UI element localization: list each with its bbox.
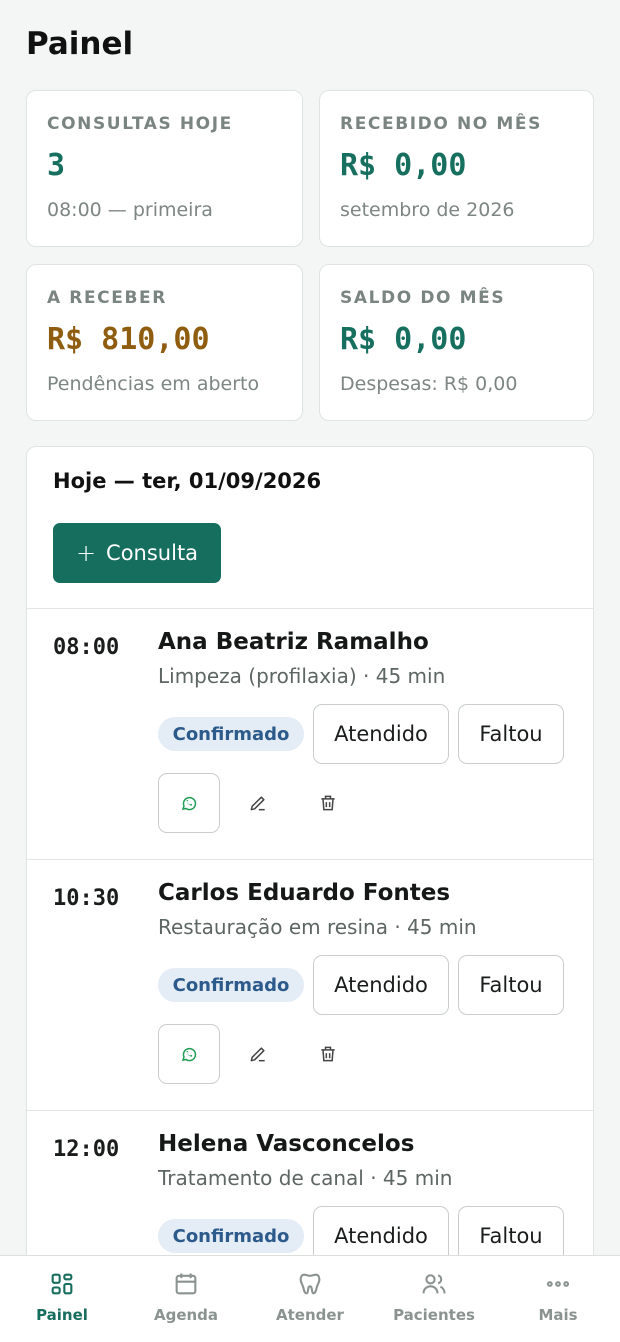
whatsapp-button[interactable] (158, 773, 220, 833)
nav-label: Pacientes (393, 1306, 475, 1324)
stat-value: R$ 810,00 (47, 322, 210, 357)
stat-label: RECEBIDO NO MÊS (340, 114, 542, 134)
stat-card-saldo-do-mes: SALDO DO MÊS R$ 0,00 Despesas: R$ 0,00 (319, 264, 594, 421)
tooth-icon (299, 1273, 321, 1295)
appointment-time: 12:00 (53, 1137, 120, 1162)
whatsapp-button[interactable] (158, 1024, 220, 1084)
nav-item-pacientes[interactable]: Pacientes (372, 1256, 496, 1342)
status-badge: Confirmado (158, 968, 304, 1002)
page-title: Painel (26, 26, 134, 62)
calendar-icon (175, 1273, 197, 1295)
more-icon (546, 1281, 570, 1287)
patient-name: Carlos Eduardo Fontes (158, 880, 451, 906)
bottom-nav: Painel Agenda Atender Pacientes Mais (0, 1255, 620, 1342)
whatsapp-icon (181, 796, 197, 811)
attended-button[interactable]: Atendido (313, 955, 449, 1015)
stat-sub: setembro de 2026 (340, 199, 515, 221)
delete-button[interactable] (298, 773, 358, 833)
pencil-icon (250, 796, 265, 811)
nav-item-painel[interactable]: Painel (0, 1256, 124, 1342)
stat-value: 3 (47, 148, 66, 183)
attended-button[interactable]: Atendido (313, 704, 449, 764)
nav-label: Atender (276, 1306, 344, 1324)
stats-grid: CONSULTAS HOJE 3 08:00 — primeira RECEBI… (26, 90, 594, 421)
procedure-description: Limpeza (profilaxia) · 45 min (158, 664, 446, 688)
agenda-title: Hoje — ter, 01/09/2026 (53, 469, 322, 493)
stat-label: A RECEBER (47, 288, 167, 308)
plus-icon: + (75, 539, 97, 567)
stat-label: SALDO DO MÊS (340, 288, 506, 308)
procedure-description: Tratamento de canal · 45 min (158, 1166, 453, 1190)
users-icon (422, 1274, 446, 1294)
nav-label: Agenda (153, 1306, 219, 1324)
agenda-card: Hoje — ter, 01/09/2026 + Consulta 08:00 … (26, 446, 594, 1342)
stat-sub: Pendências em aberto (47, 373, 260, 395)
nav-label: Mais (538, 1306, 578, 1324)
stat-value: R$ 0,00 (340, 322, 467, 357)
appointment-item: 10:30 Carlos Eduardo Fontes Restauração … (27, 860, 593, 1111)
new-consulta-button[interactable]: + Consulta (53, 523, 221, 583)
stat-card-recebido-no-mes: RECEBIDO NO MÊS R$ 0,00 setembro de 2026 (319, 90, 594, 247)
nav-label: Painel (36, 1306, 88, 1324)
missed-button[interactable]: Faltou (458, 704, 564, 764)
edit-button[interactable] (228, 773, 288, 833)
patient-name: Ana Beatriz Ramalho (158, 629, 429, 655)
grid-icon (51, 1273, 73, 1295)
pencil-icon (250, 1047, 265, 1062)
stat-value: R$ 0,00 (340, 148, 467, 183)
stat-sub: 08:00 — primeira (47, 199, 213, 221)
procedure-description: Restauração em resina · 45 min (158, 915, 477, 939)
stat-sub: Despesas: R$ 0,00 (340, 373, 518, 395)
edit-button[interactable] (228, 1024, 288, 1084)
appointment-time: 10:30 (53, 886, 120, 911)
nav-item-mais[interactable]: Mais (496, 1256, 620, 1342)
trash-icon (321, 795, 335, 811)
appointment-item: 08:00 Ana Beatriz Ramalho Limpeza (profi… (27, 609, 593, 860)
status-badge: Confirmado (158, 717, 304, 751)
nav-item-agenda[interactable]: Agenda (124, 1256, 248, 1342)
appointment-time: 08:00 (53, 635, 120, 660)
trash-icon (321, 1046, 335, 1062)
agenda-header: Hoje — ter, 01/09/2026 + Consulta (27, 447, 593, 609)
patient-name: Helena Vasconcelos (158, 1131, 415, 1157)
status-badge: Confirmado (158, 1219, 304, 1253)
stat-label: CONSULTAS HOJE (47, 114, 233, 134)
delete-button[interactable] (298, 1024, 358, 1084)
stat-card-consultas-hoje: CONSULTAS HOJE 3 08:00 — primeira (26, 90, 303, 247)
whatsapp-icon (181, 1047, 197, 1062)
nav-item-atender[interactable]: Atender (248, 1256, 372, 1342)
stat-card-a-receber: A RECEBER R$ 810,00 Pendências em aberto (26, 264, 303, 421)
new-consulta-label: Consulta (106, 541, 199, 565)
missed-button[interactable]: Faltou (458, 955, 564, 1015)
